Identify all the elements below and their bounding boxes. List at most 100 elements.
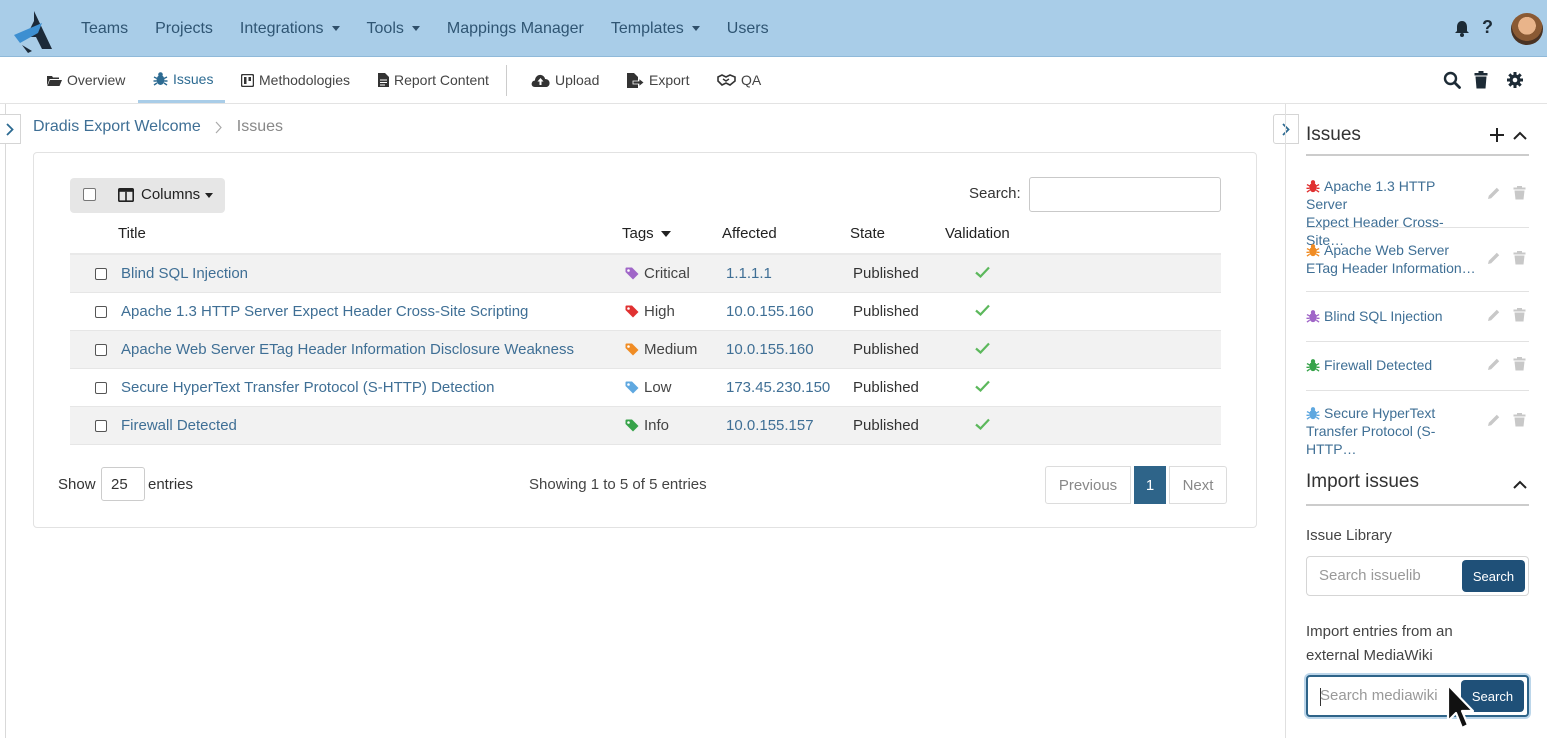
row-checkbox[interactable] — [95, 420, 107, 432]
bell-icon[interactable] — [1454, 20, 1470, 37]
sidebar-issue-item: Blind SQL Injection — [1306, 292, 1529, 342]
issuelib-search-input[interactable]: Search issuelib — [1319, 567, 1421, 584]
mediawiki-search-input[interactable]: Search mediawiki — [1320, 687, 1438, 704]
tag-icon — [625, 381, 639, 394]
select-all-checkbox[interactable] — [83, 188, 96, 201]
table-search-input[interactable] — [1029, 177, 1221, 212]
tab-overview[interactable]: Overview — [46, 57, 125, 103]
mouse-pointer-icon — [1446, 683, 1475, 730]
column-affected[interactable]: Affected — [722, 225, 777, 242]
issue-title-link[interactable]: Apache 1.3 HTTP Server Expect Header Cro… — [121, 303, 528, 320]
issue-title-link[interactable]: Blind SQL Injection — [121, 265, 248, 282]
issues-panel-title: Issues — [1306, 124, 1361, 145]
page-size-select[interactable]: 25 — [101, 467, 145, 501]
column-title[interactable]: Title — [118, 225, 146, 242]
tab-upload[interactable]: Upload — [531, 57, 599, 103]
sidebar-issue-link[interactable]: Apache Web Server ETag Header Information… — [1306, 241, 1478, 277]
row-checkbox[interactable] — [95, 382, 107, 394]
add-issue-icon[interactable] — [1490, 128, 1504, 142]
issue-title-link[interactable]: Apache Web Server ETag Header Informatio… — [121, 341, 574, 358]
tag-icon — [625, 343, 639, 356]
sidebar-issue-link[interactable]: Blind SQL Injection — [1306, 307, 1478, 325]
folder-open-icon — [47, 75, 62, 86]
tab-issues[interactable]: Issues — [138, 57, 225, 103]
table-row: Firewall Detected Info 10.0.155.157 Publish… — [70, 407, 1221, 445]
edit-icon[interactable] — [1487, 357, 1501, 371]
breadcrumb-project[interactable]: Dradis Export Welcome — [33, 118, 201, 136]
project-subnav: Overview Issues Methodologies Report Con… — [0, 57, 1547, 104]
trash-icon[interactable] — [1513, 186, 1526, 200]
trash-icon[interactable] — [1513, 251, 1526, 265]
chevron-down-icon — [205, 193, 213, 198]
right-sidebar-toggle[interactable] — [1273, 114, 1299, 144]
trash-icon[interactable] — [1474, 71, 1488, 89]
bug-icon — [1306, 180, 1320, 193]
previous-page-button[interactable]: Previous — [1045, 466, 1131, 504]
affected-node-link[interactable]: 1.1.1.1 — [726, 265, 772, 282]
nav-users[interactable]: Users — [727, 20, 769, 38]
check-icon — [975, 342, 990, 354]
chevron-up-icon[interactable] — [1513, 131, 1527, 140]
page-1-button[interactable]: 1 — [1134, 466, 1166, 504]
issue-tag: Info — [625, 417, 669, 434]
nav-templates[interactable]: Templates — [611, 20, 700, 38]
table-row: Blind SQL Injection Critical 1.1.1.1 Publis… — [70, 255, 1221, 293]
next-page-button[interactable]: Next — [1169, 466, 1227, 504]
columns-button[interactable]: Columns — [70, 178, 225, 213]
sidebar-issue-item: Apache 1.3 HTTP Server Expect Header Cros… — [1306, 159, 1529, 248]
mediawiki-label-line1: Import entries from an — [1306, 623, 1453, 640]
left-sidebar-toggle[interactable] — [0, 114, 21, 144]
top-navbar: Teams Projects Integrations Tools Mappin… — [0, 0, 1547, 57]
row-checkbox[interactable] — [95, 268, 107, 280]
entries-label: entries — [148, 476, 194, 493]
issue-title-link[interactable]: Secure HyperText Transfer Protocol (S-HT… — [121, 379, 494, 396]
row-checkbox[interactable] — [95, 306, 107, 318]
sidebar-issue-link[interactable]: Firewall Detected — [1306, 356, 1478, 374]
issuelib-search-button[interactable]: Search — [1462, 560, 1525, 592]
tab-export[interactable]: Export — [627, 57, 689, 103]
search-icon[interactable] — [1443, 71, 1461, 89]
column-validation[interactable]: Validation — [945, 225, 1010, 242]
row-checkbox[interactable] — [95, 344, 107, 356]
bug-icon — [153, 72, 168, 86]
tab-report-content[interactable]: Report Content — [378, 57, 489, 103]
trash-icon[interactable] — [1513, 357, 1526, 371]
tab-methodologies[interactable]: Methodologies — [241, 57, 350, 103]
nav-teams[interactable]: Teams — [81, 20, 128, 38]
issues-table-card: Columns Search: Title Tags Affected Stat… — [33, 152, 1257, 528]
column-tags[interactable]: Tags — [622, 225, 671, 242]
board-icon — [241, 73, 254, 87]
pagination: Previous 1 Next — [1045, 466, 1227, 504]
affected-node-link[interactable]: 173.45.230.150 — [726, 379, 830, 396]
issue-title-link[interactable]: Firewall Detected — [121, 417, 237, 434]
table-header: Title Tags Affected State Validation — [70, 223, 1221, 255]
affected-node-link[interactable]: 10.0.155.160 — [726, 303, 814, 320]
avatar[interactable] — [1511, 13, 1543, 45]
nav-projects[interactable]: Projects — [155, 20, 213, 38]
tab-qa[interactable]: QA — [717, 57, 761, 103]
affected-node-link[interactable]: 10.0.155.160 — [726, 341, 814, 358]
mediawiki-search-group: Search mediawiki Search — [1306, 675, 1529, 717]
edit-icon[interactable] — [1487, 186, 1501, 200]
nav-tools[interactable]: Tools — [367, 20, 420, 38]
gear-icon[interactable] — [1507, 71, 1523, 89]
check-icon — [975, 266, 990, 278]
chevron-up-icon[interactable] — [1513, 480, 1527, 489]
issuelib-search-group: Search issuelib Search — [1306, 556, 1529, 596]
dradis-logo[interactable] — [12, 9, 54, 53]
edit-icon[interactable] — [1487, 308, 1501, 322]
column-state[interactable]: State — [850, 225, 885, 242]
tag-icon — [625, 305, 639, 318]
left-sidebar-border — [5, 104, 6, 738]
tag-icon — [625, 267, 639, 280]
main-menu: Teams Projects Integrations Tools Mappin… — [81, 0, 796, 57]
nav-integrations[interactable]: Integrations — [240, 20, 340, 38]
help-icon[interactable]: ? — [1482, 17, 1493, 38]
trash-icon[interactable] — [1513, 308, 1526, 322]
trash-icon[interactable] — [1513, 413, 1526, 427]
nav-mappings-manager[interactable]: Mappings Manager — [447, 20, 584, 38]
sidebar-issue-link[interactable]: Secure HyperText Transfer Protocol (S-HTT… — [1306, 404, 1478, 458]
affected-node-link[interactable]: 10.0.155.157 — [726, 417, 814, 434]
edit-icon[interactable] — [1487, 251, 1501, 265]
edit-icon[interactable] — [1487, 413, 1501, 427]
